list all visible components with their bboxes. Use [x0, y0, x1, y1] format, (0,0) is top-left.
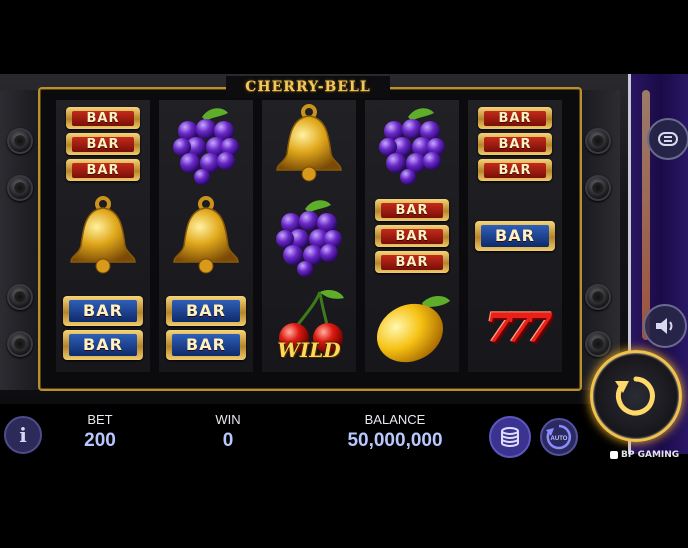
grapes-icon [276, 200, 342, 277]
balance-label: BALANCE [364, 412, 426, 427]
game-stage: CHERRY-BELL BAR BAR BAR BAR BAR BAR BAR … [0, 0, 688, 548]
win-value: 0 [222, 430, 234, 451]
grapes-icon [173, 108, 239, 185]
gamepad-menu-icon [658, 132, 678, 146]
autoplay-button[interactable]: AUTO [540, 418, 578, 456]
bar-label: BAR [72, 162, 134, 178]
wild-label: WILD [277, 338, 341, 362]
reel-4: BAR BAR BAR [365, 100, 459, 372]
symbol-bar-triple: BAR BAR BAR [365, 192, 459, 280]
symbol-seven: 777 [468, 284, 562, 372]
bar-label: BAR [69, 300, 137, 322]
symbol-bell [262, 100, 356, 188]
payline-bolt [7, 284, 33, 310]
symbol-lemon [365, 284, 459, 372]
spin-arrow-icon [615, 376, 655, 416]
brand-text: BP GAMING [621, 450, 680, 460]
speaker-icon [656, 318, 673, 334]
info-button[interactable]: i [4, 416, 42, 454]
bar-label: BAR [172, 300, 240, 322]
payline-bolt [7, 128, 33, 154]
payline-bolt [7, 331, 33, 357]
bar-label: BAR [484, 162, 546, 178]
symbol-bar-double: BAR BAR [56, 284, 150, 372]
bar-label: BAR [69, 334, 137, 356]
sound-button[interactable] [643, 304, 687, 348]
game-title: CHERRY-BELL [245, 79, 371, 95]
symbol-bell [159, 192, 253, 280]
bar-label: BAR [481, 225, 549, 247]
auto-text: AUTO [551, 436, 568, 442]
payline-bolt [585, 175, 611, 201]
payline-bolt [585, 331, 611, 357]
bar-label: BAR [484, 136, 546, 152]
seven-label: 777 [485, 304, 552, 352]
symbol-cherry-wild: WILD [262, 284, 356, 372]
bet-value: 200 [84, 430, 116, 451]
brand-logo: BP GAMING [610, 450, 688, 460]
bar-label: BAR [172, 334, 240, 356]
symbol-bar-double: BAR BAR [159, 284, 253, 372]
lemon-icon [376, 296, 450, 363]
bar-label: BAR [484, 110, 546, 126]
side-glow [642, 90, 650, 340]
reel-2: BAR BAR [159, 100, 253, 372]
title-plate: CHERRY-BELL [226, 76, 390, 98]
reel-5: BAR BAR BAR BAR 777 [468, 100, 562, 372]
bet-label: BET [87, 412, 113, 427]
bar-label: BAR [381, 202, 443, 218]
symbol-bar-single: BAR [468, 192, 562, 280]
bar-label: BAR [381, 254, 443, 270]
payline-bolt [585, 128, 611, 154]
bell-icon [276, 104, 342, 182]
reel-3: WILD [262, 100, 356, 372]
bell-icon [70, 196, 136, 274]
symbol-grapes [365, 100, 459, 188]
payline-bolt [7, 175, 33, 201]
grapes-icon [379, 108, 445, 185]
symbol-grapes [159, 100, 253, 188]
bar-label: BAR [381, 228, 443, 244]
balance-value: 50,000,000 [347, 430, 443, 451]
symbol-bar-triple: BAR BAR BAR [56, 100, 150, 188]
symbol-bar-triple: BAR BAR BAR [468, 100, 562, 188]
coin-stack-icon [501, 427, 519, 447]
symbol-bell [56, 192, 150, 280]
reel-1: BAR BAR BAR BAR BAR [56, 100, 150, 372]
bar-label: BAR [72, 110, 134, 126]
bar-label: BAR [72, 136, 134, 152]
symbol-grapes [262, 192, 356, 280]
win-label: WIN [215, 412, 241, 427]
menu-button[interactable] [647, 118, 688, 160]
bet-coins-button[interactable] [489, 416, 531, 458]
bell-icon [173, 196, 239, 274]
spin-button[interactable] [590, 350, 682, 442]
brand-mark-icon [610, 450, 618, 459]
payline-bolt [585, 284, 611, 310]
autoplay-icon: AUTO [546, 424, 572, 450]
